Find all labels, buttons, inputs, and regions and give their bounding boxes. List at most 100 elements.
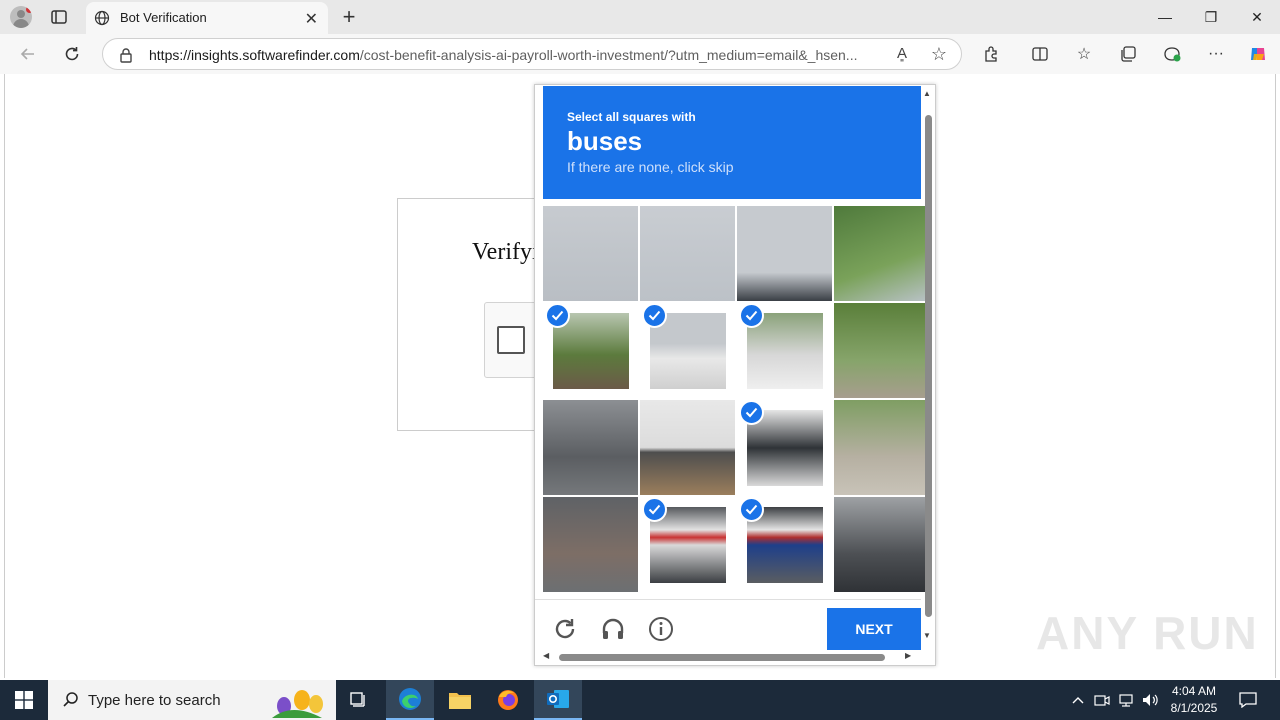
split-screen-icon[interactable] [1028, 42, 1052, 66]
captcha-tile[interactable] [640, 206, 735, 301]
browser-essentials-icon[interactable] [1160, 42, 1184, 66]
scroll-down-icon[interactable]: ▼ [923, 631, 931, 640]
next-button[interactable]: NEXT [827, 608, 921, 650]
show-hidden-icons-icon[interactable] [1068, 680, 1088, 720]
lock-icon[interactable] [119, 47, 133, 68]
captcha-tile[interactable] [737, 497, 832, 592]
browser-toolbar: https://insights.softwarefinder.com/cost… [0, 34, 1280, 74]
file-explorer-icon[interactable] [436, 680, 484, 720]
captcha-tile[interactable] [834, 303, 929, 398]
tab-actions-icon[interactable] [50, 8, 68, 26]
captcha-tile[interactable] [737, 400, 832, 495]
task-view-icon[interactable] [336, 680, 384, 720]
search-flowers-icon [272, 690, 323, 718]
network-icon[interactable] [1116, 680, 1136, 720]
captcha-challenge: Select all squares with buses If there a… [534, 84, 936, 666]
captcha-tile[interactable] [640, 400, 735, 495]
selected-check-icon [739, 497, 764, 522]
scroll-left-icon[interactable]: ◀ [543, 651, 549, 660]
windows-start-icon[interactable] [0, 680, 48, 720]
horizontal-scroll-thumb[interactable] [559, 654, 885, 661]
captcha-tile[interactable] [834, 206, 929, 301]
selected-check-icon [642, 497, 667, 522]
captcha-checkbox[interactable] [497, 326, 525, 354]
reload-icon[interactable] [551, 615, 579, 643]
captcha-hint: If there are none, click skip [567, 159, 734, 175]
globe-icon [94, 10, 110, 31]
captcha-instruction: Select all squares with [567, 110, 696, 124]
favorites-icon[interactable]: ☆ [1072, 42, 1096, 66]
favorite-star-icon[interactable]: ☆ [931, 44, 947, 65]
taskbar: Type here to search 4:04 AM 8/1/2025 [0, 680, 1280, 720]
captcha-tile[interactable] [543, 303, 638, 398]
taskbar-clock[interactable]: 4:04 AM 8/1/2025 [1164, 683, 1224, 717]
captcha-tile[interactable] [737, 206, 832, 301]
url-path: /cost-benefit-analysis-ai-payroll-worth-… [359, 47, 858, 63]
captcha-header: Select all squares with buses If there a… [543, 86, 921, 199]
captcha-footer-divider [535, 599, 921, 600]
scroll-up-icon[interactable]: ▲ [923, 89, 931, 98]
refresh-icon[interactable] [60, 42, 84, 66]
volume-icon[interactable] [1140, 680, 1162, 720]
tab-title: Bot Verification [120, 10, 207, 25]
url-host: https://insights.softwarefinder.com [149, 47, 360, 63]
tab-close-icon[interactable]: ✕ [305, 9, 318, 29]
captcha-tile[interactable] [834, 497, 929, 592]
captcha-tile[interactable] [543, 206, 638, 301]
anyrun-watermark: ANY RUN [1036, 607, 1259, 659]
captcha-tile-image [737, 206, 832, 301]
captcha-tile-image [834, 206, 929, 301]
captcha-tile[interactable] [543, 497, 638, 592]
back-arrow-icon[interactable] [16, 42, 40, 66]
captcha-tile[interactable] [640, 303, 735, 398]
read-aloud-icon[interactable]: A͈ [897, 45, 907, 62]
profile-avatar-icon[interactable] [10, 6, 32, 28]
outlook-icon[interactable] [534, 680, 582, 720]
verification-title: Verifyi [472, 239, 539, 265]
search-icon [62, 691, 80, 714]
vertical-scroll-thumb[interactable] [925, 115, 932, 617]
scroll-right-icon[interactable]: ▶ [905, 651, 911, 660]
captcha-tile-image [543, 400, 638, 495]
captcha-tile[interactable] [543, 400, 638, 495]
copilot-icon[interactable] [1246, 42, 1270, 66]
more-options-icon[interactable]: ··· [1204, 42, 1228, 66]
captcha-tile[interactable] [737, 303, 832, 398]
notification-center-icon[interactable] [1234, 680, 1262, 720]
selected-check-icon [642, 303, 667, 328]
firefox-icon[interactable] [484, 680, 532, 720]
selected-check-icon [739, 303, 764, 328]
collections-icon[interactable] [1116, 42, 1140, 66]
clock-time: 4:04 AM [1171, 684, 1217, 698]
info-icon[interactable] [647, 615, 675, 643]
tab-bot-verification[interactable]: Bot Verification ✕ [86, 2, 328, 34]
captcha-tile[interactable] [834, 400, 929, 495]
extensions-icon[interactable] [979, 42, 1003, 66]
clock-date: 8/1/2025 [1170, 701, 1218, 715]
captcha-tile-image [834, 400, 929, 495]
new-tab-icon[interactable]: + [338, 4, 360, 30]
captcha-tile-image [640, 400, 735, 495]
captcha-tile-image [640, 206, 735, 301]
captcha-tile-image [834, 497, 929, 592]
captcha-target: buses [567, 126, 643, 156]
close-window-icon[interactable]: ✕ [1234, 0, 1280, 34]
address-bar[interactable]: https://insights.softwarefinder.com/cost… [102, 38, 962, 70]
horizontal-scrollbar[interactable]: ◀ ▶ [539, 651, 919, 663]
minimize-icon[interactable]: — [1142, 0, 1188, 34]
audio-challenge-icon[interactable] [599, 615, 627, 643]
meet-now-icon[interactable] [1092, 680, 1112, 720]
selected-check-icon [739, 400, 764, 425]
url-text[interactable]: https://insights.softwarefinder.com/cost… [149, 47, 879, 63]
edge-browser-icon[interactable] [386, 680, 434, 720]
captcha-tile-image [543, 206, 638, 301]
captcha-tile[interactable] [640, 497, 735, 592]
tab-bar: Bot Verification ✕ + — ❐ ✕ [0, 0, 1280, 34]
taskbar-search[interactable]: Type here to search [48, 680, 336, 720]
vertical-scrollbar[interactable]: ▲ ▼ [923, 89, 933, 645]
restore-icon[interactable]: ❐ [1188, 0, 1234, 34]
captcha-grid [543, 206, 929, 592]
search-placeholder: Type here to search [88, 692, 221, 709]
captcha-tile-image [543, 497, 638, 592]
selected-check-icon [545, 303, 570, 328]
